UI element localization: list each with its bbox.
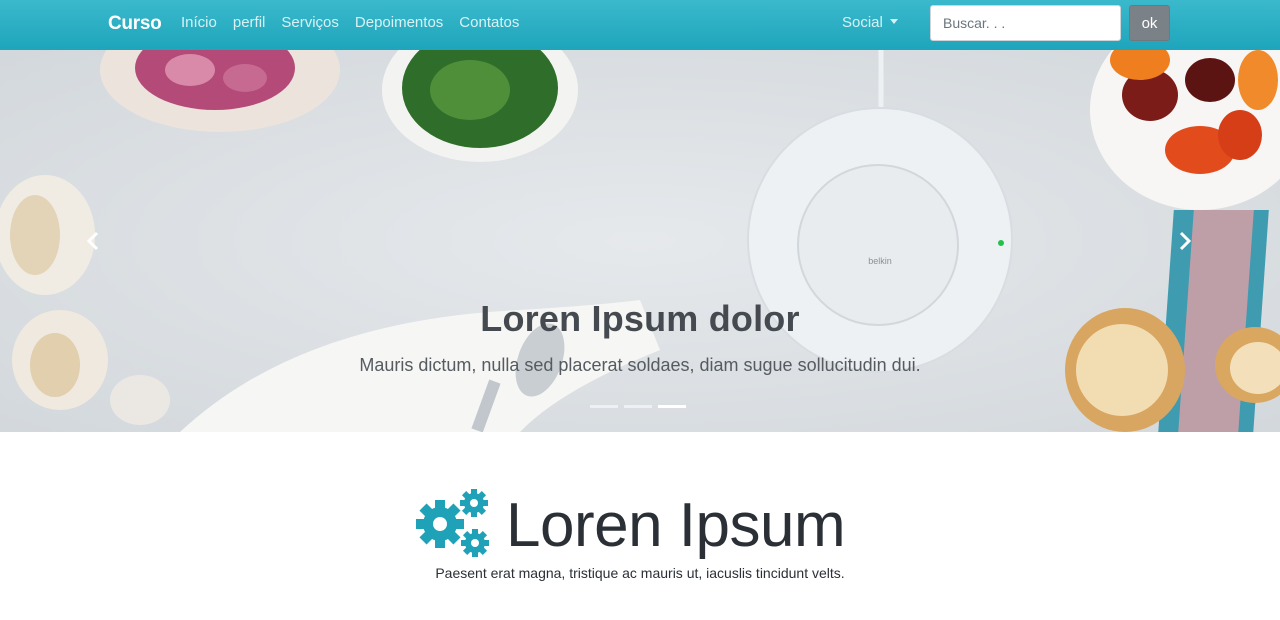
- social-label: Social: [842, 14, 883, 31]
- chevron-left-icon[interactable]: [84, 230, 104, 252]
- carousel-indicators: [590, 405, 686, 408]
- nav-links: Início perfil Serviços Depoimentos Conta…: [181, 14, 535, 31]
- carousel-indicator-3[interactable]: [658, 405, 686, 408]
- chevron-right-icon[interactable]: [1174, 230, 1194, 252]
- brand-logo[interactable]: Curso: [108, 13, 162, 35]
- carousel-indicator-1[interactable]: [590, 405, 618, 408]
- carousel-caption-title: Loren Ipsum dolor: [480, 298, 800, 339]
- search-button[interactable]: ok: [1129, 5, 1170, 41]
- feature-title: Loren Ipsum: [506, 491, 846, 560]
- nav-link-contatos[interactable]: Contatos: [459, 14, 519, 31]
- nav-link-servicos[interactable]: Serviços: [281, 14, 339, 31]
- nav-link-depoimentos[interactable]: Depoimentos: [355, 14, 443, 31]
- carousel-indicator-2[interactable]: [624, 405, 652, 408]
- nav-link-perfil[interactable]: perfil: [233, 14, 266, 31]
- feature-text: Paesent erat magna, tristique ac mauris …: [435, 565, 845, 581]
- gears-icon: [416, 489, 489, 557]
- social-dropdown[interactable]: Social: [842, 14, 898, 31]
- carousel-caption-text: Mauris dictum, nulla sed placerat soldae…: [359, 355, 921, 375]
- search-input[interactable]: [930, 5, 1121, 41]
- navbar: Curso Início perfil Serviços Depoimentos…: [0, 0, 1280, 50]
- nav-link-inicio[interactable]: Início: [181, 14, 217, 31]
- caret-down-icon: [889, 19, 898, 24]
- hero-carousel: belkin Loren Ipsum dolor Mauris dictum,: [0, 50, 1280, 432]
- device-brand-text: belkin: [868, 256, 892, 266]
